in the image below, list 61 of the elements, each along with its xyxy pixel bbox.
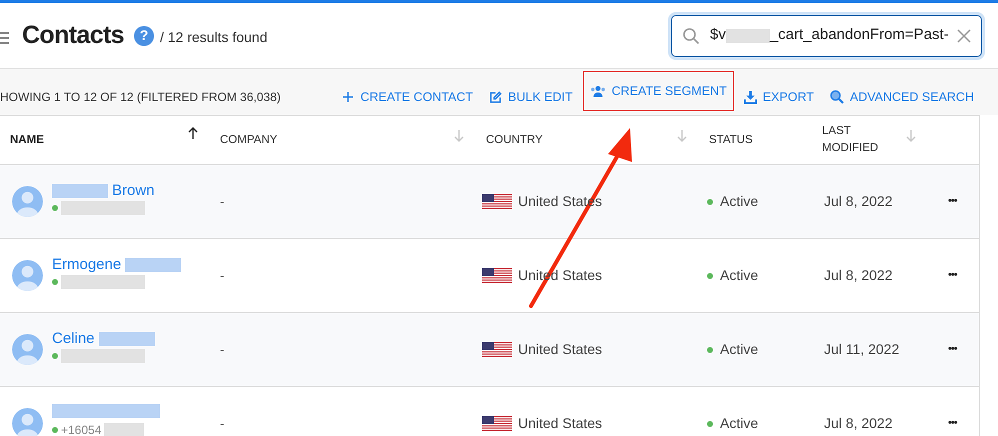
toolbar-action[interactable]: BULK EDIT <box>483 83 579 111</box>
results-count: / 12 results found <box>160 28 268 47</box>
modified-cell: Jul 11, 2022 <box>824 340 900 356</box>
sort-down-icon[interactable] <box>677 128 687 142</box>
edit-icon <box>489 90 502 104</box>
search-text: $v <box>710 25 726 46</box>
us-flag-icon <box>482 268 512 283</box>
column-header[interactable]: COMPANY <box>220 132 300 148</box>
us-flag-icon <box>482 416 512 431</box>
company-cell: - <box>220 268 224 282</box>
download-icon <box>744 90 757 104</box>
redacted-blur <box>52 184 108 198</box>
status-cell-text: Active <box>720 192 758 211</box>
contact-name[interactable]: Celine <box>52 328 95 350</box>
toolbar-action[interactable]: CREATE CONTACT <box>336 83 480 111</box>
column-header[interactable]: LAST MODIFIED <box>822 123 902 157</box>
country-cell-text: United States <box>518 340 602 359</box>
column-header[interactable]: STATUS <box>709 132 789 148</box>
close-icon[interactable] <box>957 28 971 42</box>
contact-name[interactable]: Ermogene <box>52 254 122 276</box>
company-cell: - <box>220 194 224 208</box>
modified-cell: Jul 8, 2022 <box>824 266 892 282</box>
status-cell-text: Active <box>720 414 758 433</box>
row-menu[interactable]: ••• <box>948 341 957 358</box>
status-cell-text: Active <box>720 266 758 285</box>
sort-up-icon[interactable] <box>188 126 198 140</box>
contact-phone: +16054 <box>61 422 102 436</box>
modified-cell: Jul 8, 2022 <box>824 414 892 430</box>
plus-icon <box>342 91 354 103</box>
redacted-blur <box>726 28 770 42</box>
search-text: _cart_abandonFrom=Past- <box>770 25 949 46</box>
people-icon <box>590 85 606 97</box>
status-cell-text: Active <box>720 340 758 359</box>
avatar-icon <box>12 334 43 365</box>
redacted-blur <box>125 258 182 272</box>
toolbar-action[interactable]: EXPORT <box>738 83 820 111</box>
toolbar-action[interactable]: ADVANCED SEARCH <box>824 83 980 111</box>
sort-down-icon[interactable] <box>454 128 464 142</box>
results-summary: HOWING 1 TO 12 OF 12 (FILTERED FROM 36,038) <box>0 89 281 106</box>
avatar-icon <box>12 260 43 291</box>
row-menu[interactable]: ••• <box>948 415 957 432</box>
avatar-icon <box>12 408 43 436</box>
redacted-blur <box>98 332 155 346</box>
column-header[interactable]: NAME <box>10 132 90 148</box>
row-menu[interactable]: ••• <box>948 267 957 284</box>
search-icon <box>682 26 700 44</box>
sort-down-icon[interactable] <box>906 128 916 142</box>
country-cell-text: United States <box>518 414 602 433</box>
modified-cell: Jul 8, 2022 <box>824 192 892 208</box>
us-flag-icon <box>482 342 512 357</box>
search-icon <box>830 90 844 104</box>
company-cell: - <box>220 416 224 430</box>
contact-name[interactable]: Brown <box>112 180 155 202</box>
page-title: Contacts <box>22 20 124 51</box>
toolbar-action[interactable]: CREATE SEGMENT <box>582 71 734 111</box>
menu-icon[interactable] <box>0 30 9 44</box>
company-cell: - <box>220 342 224 356</box>
row-menu[interactable]: ••• <box>948 193 957 210</box>
avatar-icon <box>12 186 43 217</box>
column-header[interactable]: COUNTRY <box>486 132 566 148</box>
us-flag-icon <box>482 194 512 209</box>
